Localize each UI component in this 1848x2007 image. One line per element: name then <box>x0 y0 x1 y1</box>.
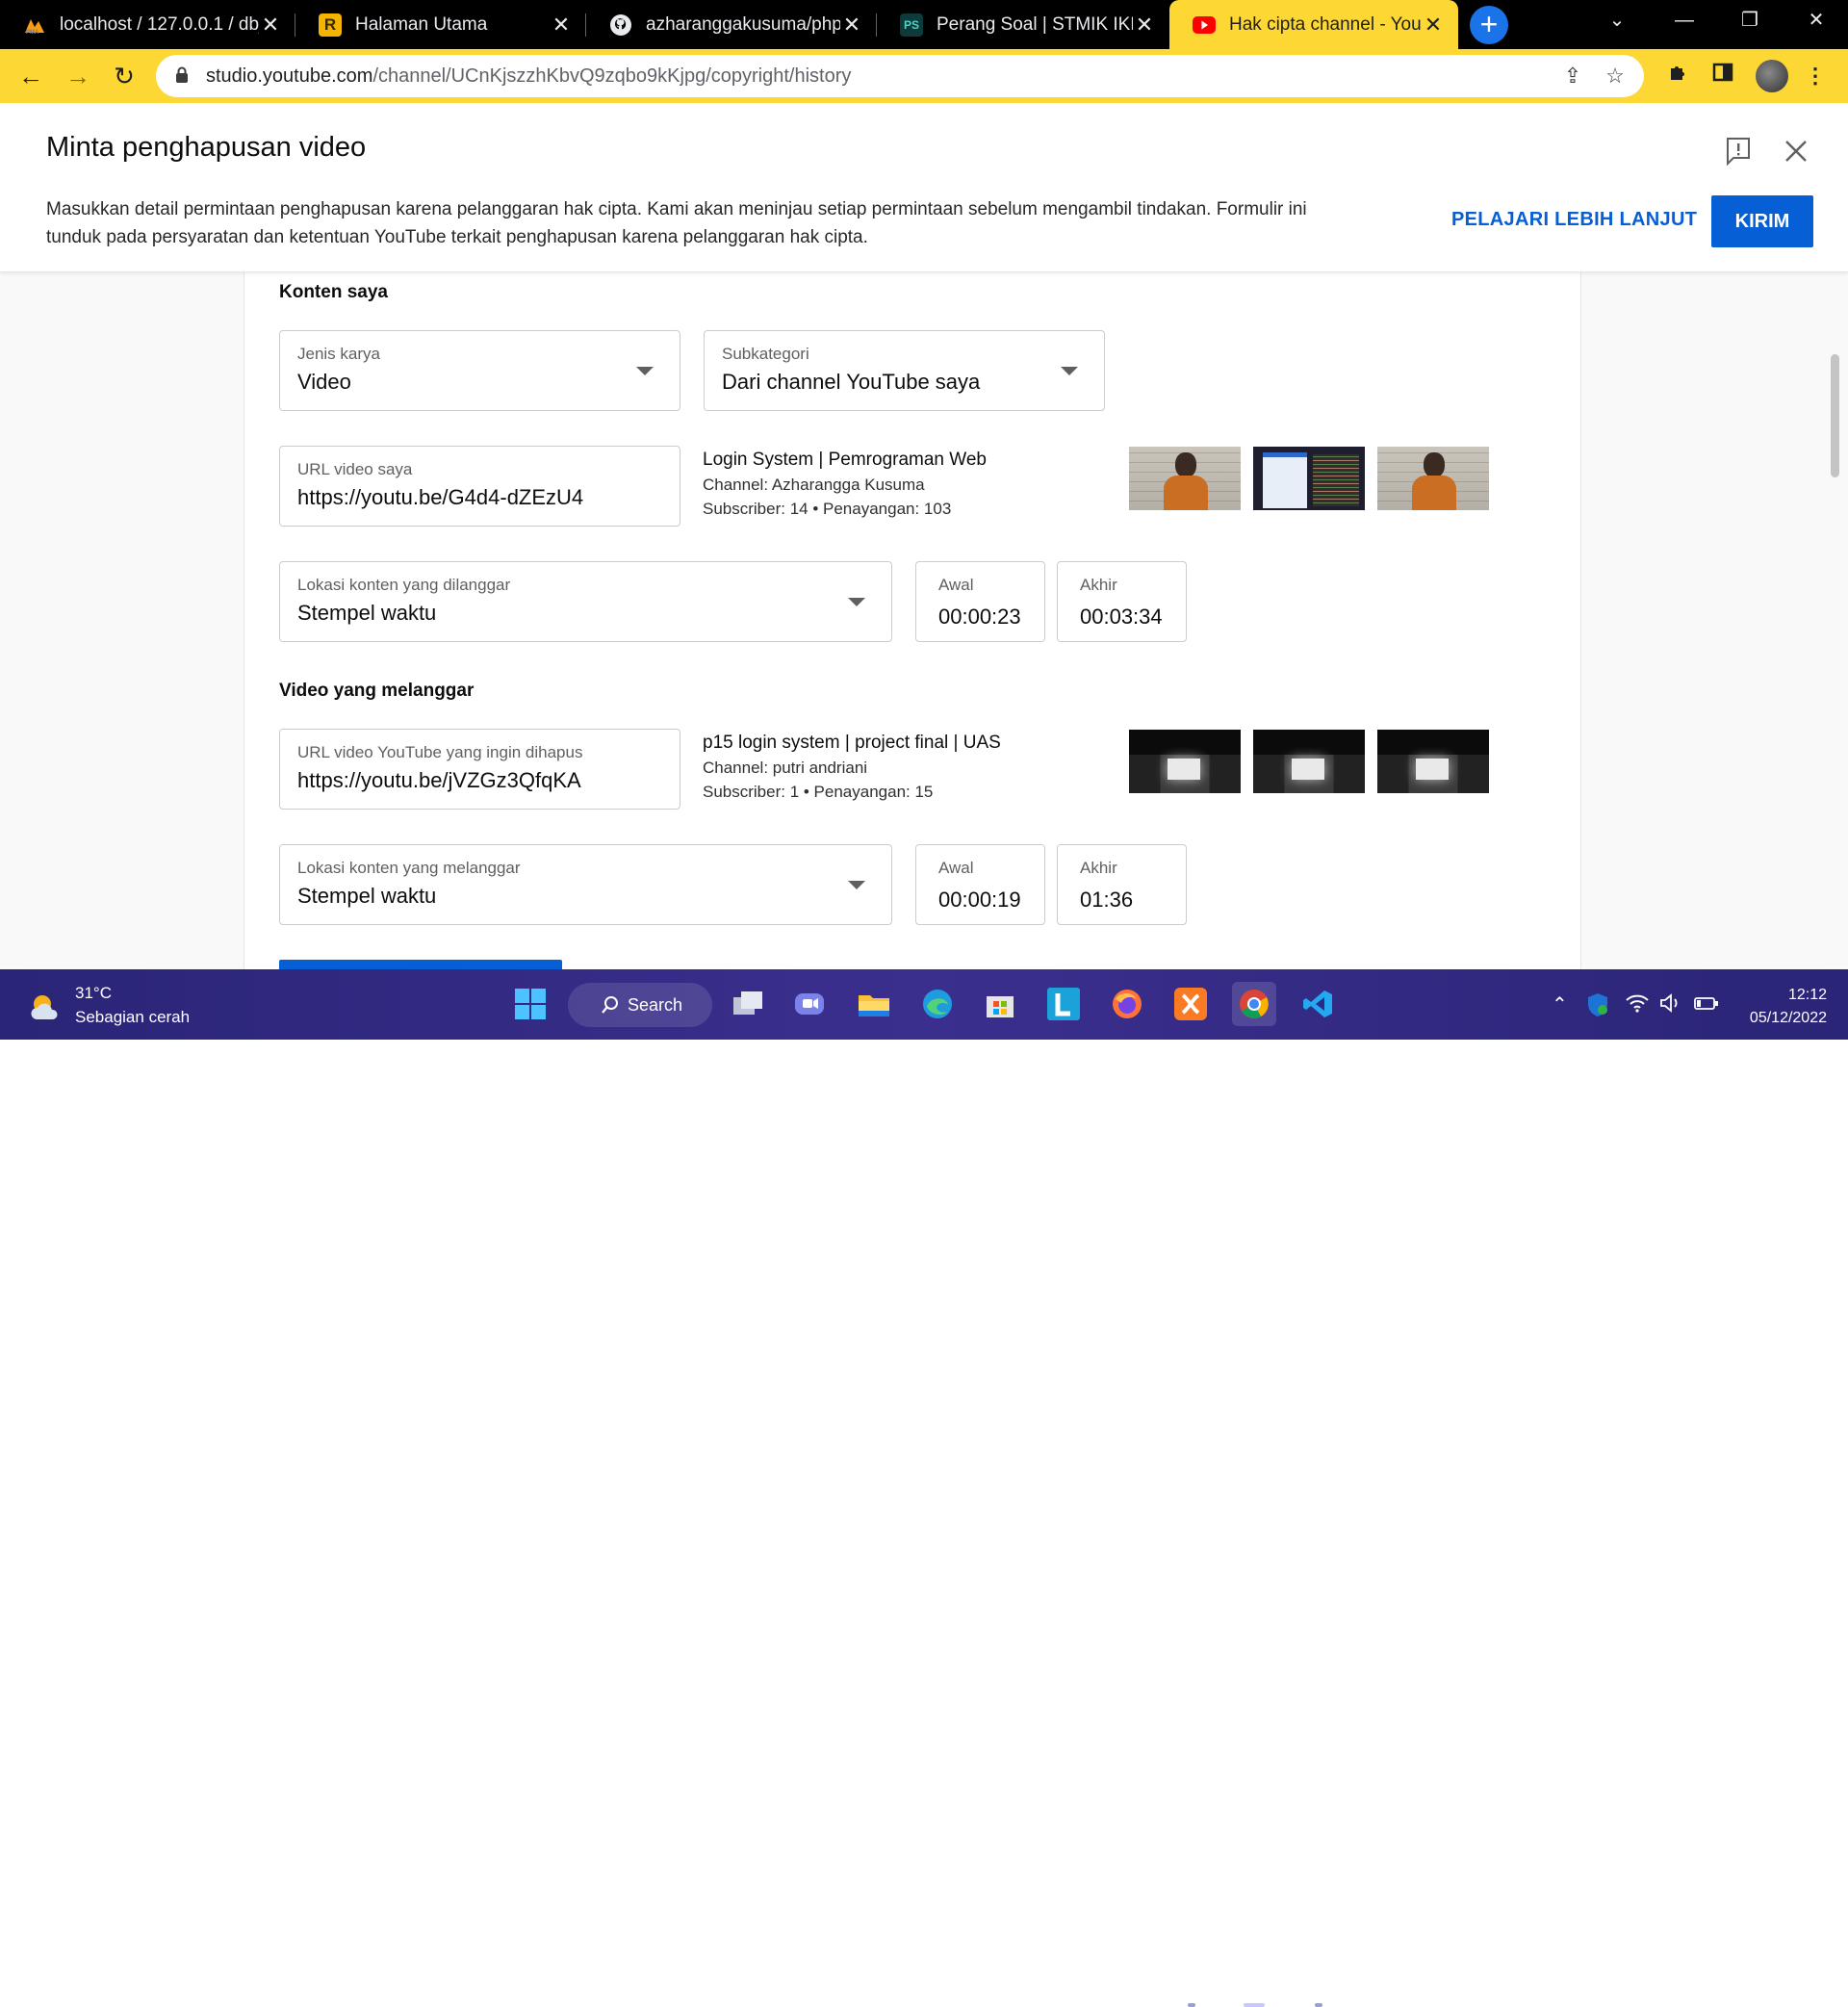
ps-logo-icon: PS <box>900 13 923 37</box>
infringing-video-info: p15 login system | project final | UAS C… <box>703 731 1001 804</box>
vscode-icon[interactable] <box>1296 982 1340 1026</box>
close-tab-icon[interactable]: ✕ <box>1133 13 1156 38</box>
browser-menu-icon[interactable]: ⋮ <box>1800 61 1831 91</box>
browser-tab-strip: PMA localhost / 127.0.0.1 / db_ ✕ R Hala… <box>0 0 1848 49</box>
infringed-location-select[interactable]: Lokasi konten yang dilanggar Stempel wak… <box>279 561 892 642</box>
tab-phpmyadmin[interactable]: PMA localhost / 127.0.0.1 / db_ ✕ <box>0 0 295 49</box>
chrome-icon[interactable] <box>1232 982 1276 1026</box>
back-arrow-icon[interactable]: ← <box>13 59 48 93</box>
video-thumbnail <box>1129 447 1241 510</box>
dialog-header: Minta penghapusan video Masukkan detail … <box>0 103 1848 272</box>
firefox-icon[interactable] <box>1105 982 1149 1026</box>
infringing-start-time-field[interactable]: Awal 00:00:19 <box>915 844 1045 925</box>
infringing-location-select[interactable]: Lokasi konten yang melanggar Stempel wak… <box>279 844 892 925</box>
video-thumbnail <box>1377 730 1489 793</box>
video-thumbnail <box>1377 447 1489 510</box>
tab-github[interactable]: azharanggakusuma/php-l ✕ <box>586 0 877 49</box>
side-panel-icon[interactable] <box>1707 61 1738 91</box>
windows-start-icon[interactable] <box>508 982 552 1026</box>
svg-text:PMA: PMA <box>26 30 39 35</box>
window-close-icon[interactable]: ✕ <box>1783 0 1848 40</box>
video-thumbnail <box>1253 730 1365 793</box>
l-app-icon[interactable] <box>1041 982 1086 1026</box>
file-explorer-icon[interactable] <box>852 982 896 1026</box>
youtube-icon <box>1193 13 1216 37</box>
weather-desc[interactable]: Sebagian cerah <box>75 1008 190 1027</box>
browser-toolbar: ← → ↻ studio.youtube.com/channel/UCnKjsz… <box>0 49 1848 103</box>
url-path: /channel/UCnKjszzhKbvQ9zqbo9kKjpg/copyri… <box>372 65 852 87</box>
search-icon <box>602 996 618 1014</box>
tab-youtube-studio[interactable]: Hak cipta channel - YouTu ✕ <box>1169 0 1458 49</box>
submit-button[interactable]: KIRIM <box>1711 195 1813 247</box>
subcategory-select[interactable]: Subkategori Dari channel YouTube saya <box>704 330 1105 411</box>
github-icon <box>609 13 632 37</box>
learn-more-link[interactable]: PELAJARI LEBIH LANJUT <box>1451 209 1697 231</box>
tab-halaman-utama[interactable]: R Halaman Utama ✕ <box>295 0 586 49</box>
wifi-icon[interactable] <box>1625 992 1650 1019</box>
close-tab-icon[interactable]: ✕ <box>259 13 282 38</box>
chevron-up-icon[interactable]: ⌃ <box>1552 992 1568 1016</box>
taskbar: 31°C Sebagian cerah Search ⌃ 12:12 05/12… <box>0 969 1848 2007</box>
task-view-icon[interactable] <box>726 982 770 1026</box>
dialog-description: Masukkan detail permintaan penghapusan k… <box>46 199 1307 247</box>
url-host: studio.youtube.com <box>206 65 373 87</box>
new-tab-button[interactable]: + <box>1470 6 1508 44</box>
system-clock[interactable]: 12:12 05/12/2022 <box>1750 984 1827 1030</box>
r-logo-icon: R <box>319 13 342 37</box>
restore-icon[interactable]: ❐ <box>1716 0 1784 40</box>
feedback-icon[interactable] <box>1726 137 1751 166</box>
edge-browser-icon[interactable] <box>915 982 960 1026</box>
section-heading-infringing: Video yang melanggar <box>279 681 475 701</box>
taskbar-search[interactable]: Search <box>568 983 712 1027</box>
forward-arrow-icon[interactable]: → <box>61 59 95 93</box>
dropdown-arrow-icon <box>636 367 654 375</box>
reload-icon[interactable]: ↻ <box>107 59 141 93</box>
lock-icon <box>175 66 189 89</box>
tab-search-icon[interactable]: ⌄ <box>1583 0 1651 40</box>
infringing-url-field[interactable]: URL video YouTube yang ingin dihapus htt… <box>279 729 680 810</box>
dropdown-arrow-icon <box>848 598 865 606</box>
dropdown-arrow-icon <box>1061 367 1078 375</box>
infringing-video-title: p15 login system | project final | UAS <box>703 733 1001 753</box>
battery-icon[interactable] <box>1694 992 1719 1019</box>
section-heading-my-content: Konten saya <box>279 282 388 302</box>
close-icon[interactable] <box>1783 138 1810 165</box>
weather-temp[interactable]: 31°C <box>75 984 112 1003</box>
microsoft-store-icon[interactable] <box>978 982 1022 1026</box>
dialog-title: Minta penghapusan video <box>46 132 367 163</box>
video-thumbnail <box>1129 730 1241 793</box>
security-shield-icon[interactable] <box>1586 992 1609 1023</box>
dropdown-arrow-icon <box>848 881 865 889</box>
my-start-time-field[interactable]: Awal 00:00:23 <box>915 561 1045 642</box>
bookmark-star-icon[interactable]: ☆ <box>1602 63 1629 90</box>
my-video-channel: Channel: Azharangga Kusuma <box>703 476 925 494</box>
share-icon[interactable]: ⇪ <box>1559 63 1586 90</box>
address-bar[interactable]: studio.youtube.com/channel/UCnKjszzhKbvQ… <box>156 55 1644 97</box>
minimize-icon[interactable]: — <box>1651 0 1718 40</box>
weather-partly-cloudy-icon[interactable] <box>29 991 62 1023</box>
extensions-puzzle-icon[interactable] <box>1663 61 1694 91</box>
infringing-video-stats: Subscriber: 1 • Penayangan: 15 <box>703 783 934 801</box>
xampp-icon[interactable] <box>1168 982 1213 1026</box>
my-end-time-field[interactable]: Akhir 00:03:34 <box>1057 561 1187 642</box>
scrollbar-thumb[interactable] <box>1831 354 1839 477</box>
my-video-url-field[interactable]: URL video saya https://youtu.be/G4d4-dZE… <box>279 446 680 527</box>
add-button[interactable] <box>279 960 562 969</box>
phpmyadmin-icon: PMA <box>23 13 46 37</box>
infringing-video-channel: Channel: putri andriani <box>703 759 868 777</box>
my-video-stats: Subscriber: 14 • Penayangan: 103 <box>703 500 952 518</box>
profile-avatar[interactable] <box>1756 60 1788 92</box>
close-tab-icon[interactable]: ✕ <box>550 13 573 38</box>
form-scroll-area[interactable]: Konten saya Jenis karya Video Subkategor… <box>0 272 1848 969</box>
tab-perang-soal[interactable]: PS Perang Soal | STMIK IKMI ✕ <box>877 0 1169 49</box>
teams-chat-icon[interactable] <box>787 982 832 1026</box>
my-video-info: Login System | Pemrograman Web Channel: … <box>703 448 987 521</box>
my-video-title: Login System | Pemrograman Web <box>703 450 987 470</box>
work-type-select[interactable]: Jenis karya Video <box>279 330 680 411</box>
volume-icon[interactable] <box>1659 992 1682 1019</box>
close-tab-icon[interactable]: ✕ <box>1422 13 1445 38</box>
video-thumbnail <box>1253 447 1365 510</box>
close-tab-icon[interactable]: ✕ <box>840 13 863 38</box>
infringing-end-time-field[interactable]: Akhir 01:36 <box>1057 844 1187 925</box>
